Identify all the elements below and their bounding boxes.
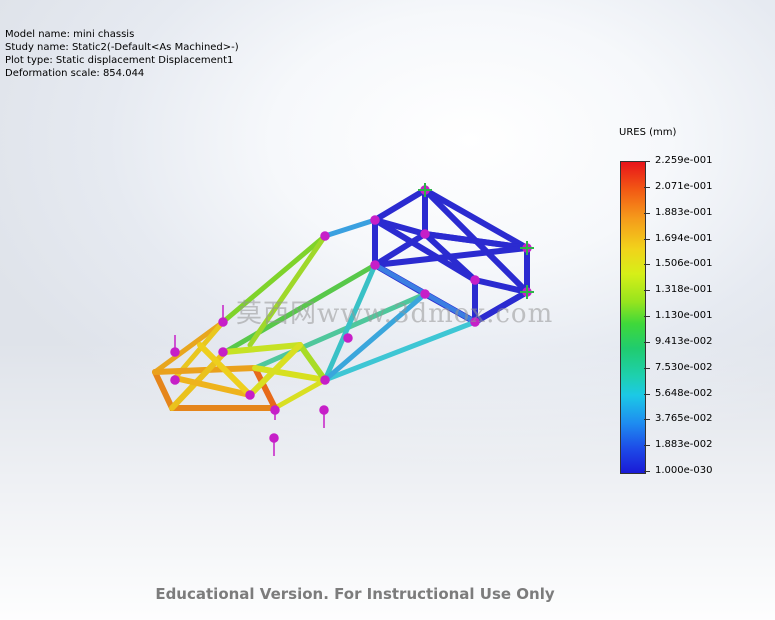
legend-tick-label: 3.765e-002 [643, 413, 712, 424]
fixture-pin [170, 375, 180, 385]
legend-tick-label: 2.071e-001 [643, 181, 712, 192]
watermark-text: 莫西网www.3dmox.com [236, 299, 554, 329]
legend-tick-label: 1.694e-001 [643, 233, 712, 244]
fixture-pin [245, 390, 255, 400]
legend-tick-label: 1.318e-001 [643, 284, 712, 295]
fixture-pin [470, 275, 480, 285]
legend-tick-label: 7.530e-002 [643, 362, 712, 373]
legend-title: URES (mm) [619, 127, 677, 138]
fixture-pin [218, 305, 228, 327]
fixture-pin [270, 405, 280, 420]
educational-version-footer: Educational Version. For Instructional U… [155, 585, 555, 603]
legend-tick-label: 1.883e-002 [643, 439, 712, 450]
legend-tick-label: 9.413e-002 [643, 336, 712, 347]
legend-tick-label: 1.000e-030 [643, 465, 712, 476]
fixture-pin [320, 231, 330, 241]
legend-color-bar [620, 161, 646, 474]
legend-tick-labels: 2.259e-001 2.071e-001 1.883e-001 1.694e-001… [643, 155, 726, 476]
fixture-pin [218, 347, 228, 357]
fixture-pin [269, 433, 279, 456]
fixture-pin [320, 375, 330, 385]
fixture-pin [370, 215, 380, 225]
legend-tick-label: 1.130e-001 [643, 310, 712, 321]
legend-tick-label: 1.506e-001 [643, 258, 712, 269]
fixture-pin [370, 260, 380, 270]
fixture-pin [420, 229, 430, 239]
fixture-pin [319, 405, 329, 428]
legend-tick-label: 2.259e-001 [643, 155, 712, 166]
legend-tick-label: 1.883e-001 [643, 207, 712, 218]
fixture-pin [343, 333, 353, 343]
fixture-pin [170, 335, 180, 357]
legend-tick-label: 5.648e-002 [643, 388, 712, 399]
